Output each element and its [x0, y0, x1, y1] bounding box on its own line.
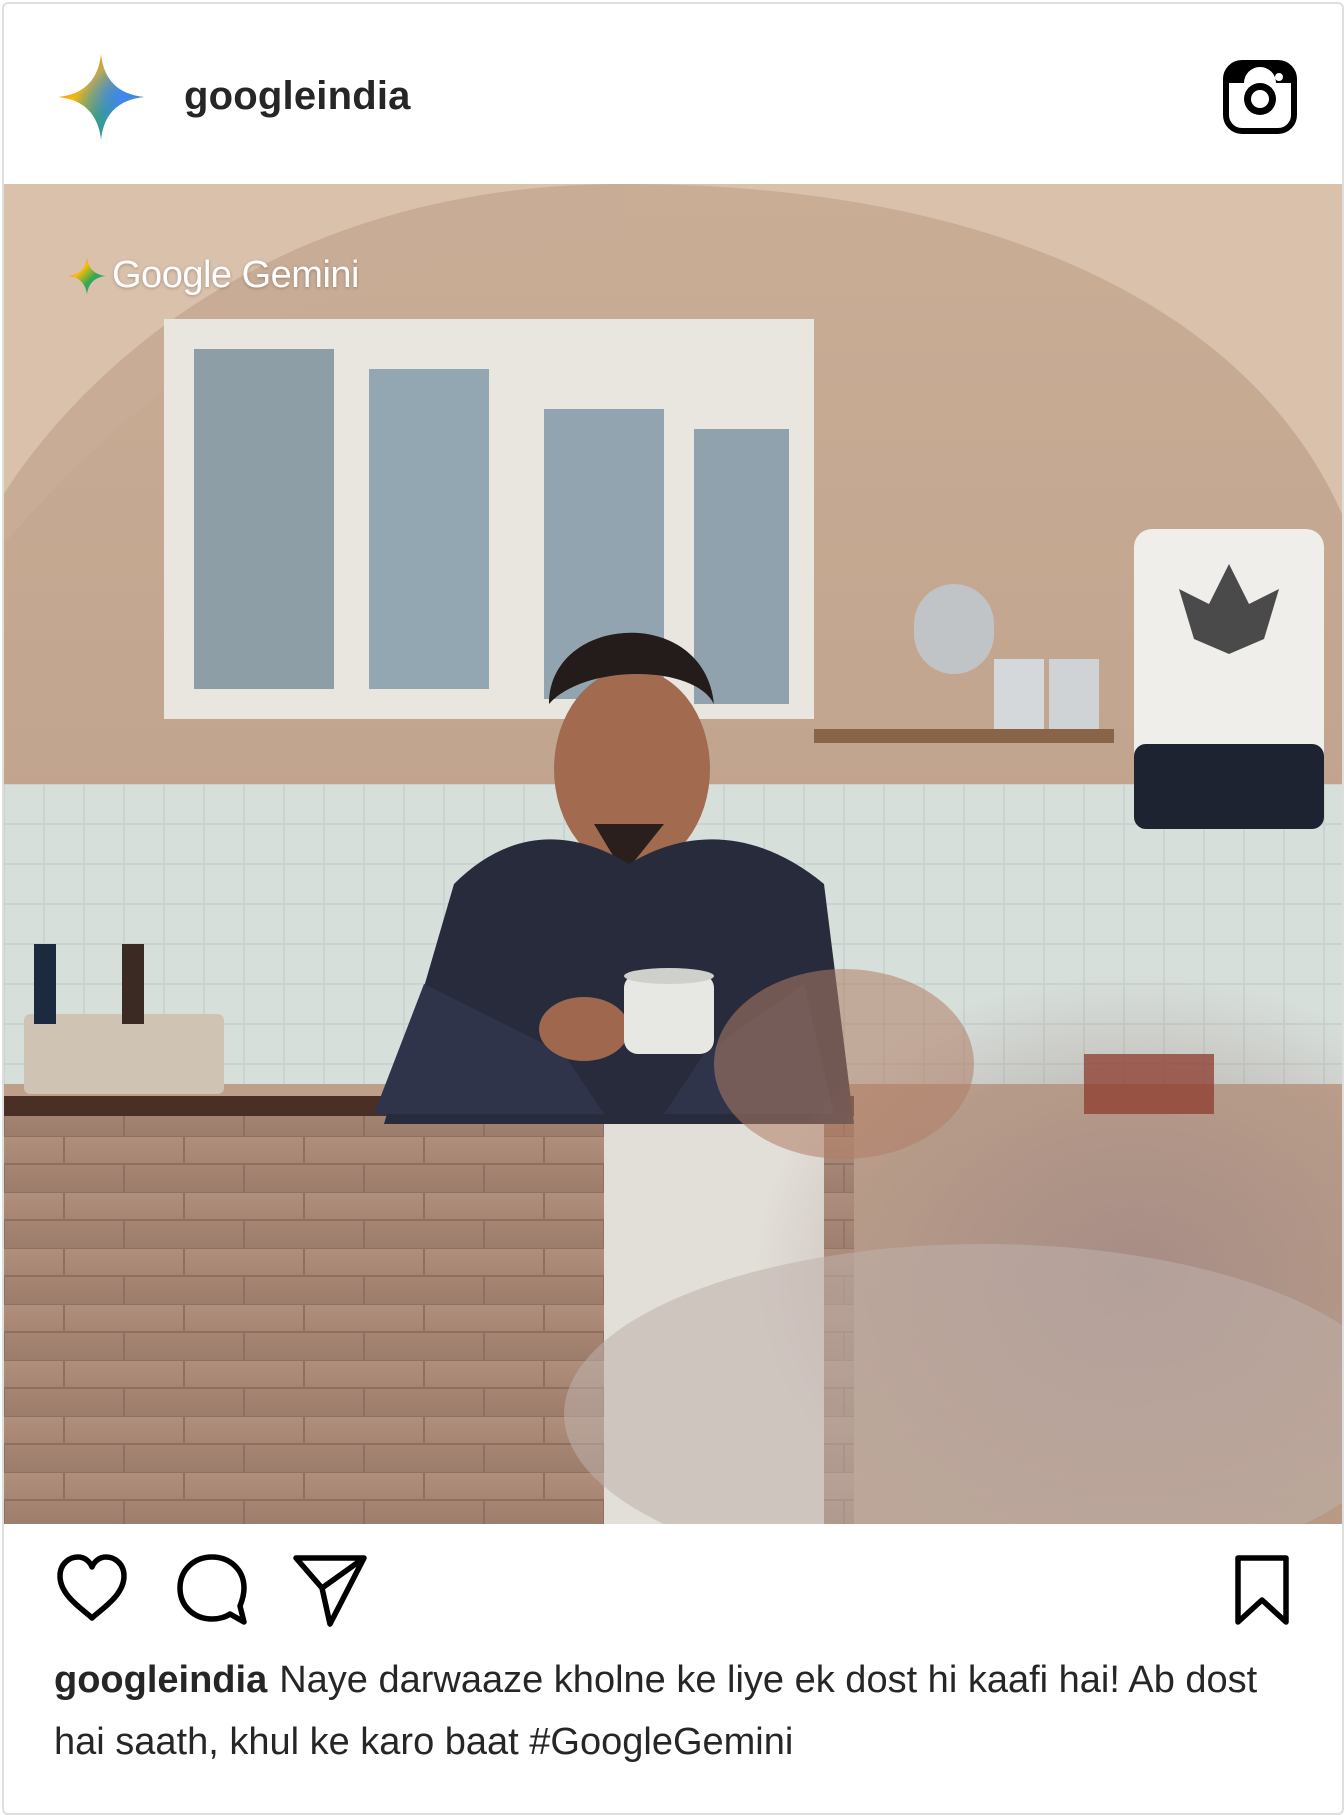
post-username[interactable]: googleindia: [184, 74, 411, 119]
paper-plane-icon: [293, 1555, 367, 1627]
instagram-icon[interactable]: [1222, 59, 1298, 135]
watermark-text: Google Gemini: [112, 254, 359, 296]
bookmark-icon: [1235, 1555, 1289, 1625]
instagram-post-card: googleindia Google Gemini googleindia Na…: [2, 2, 1344, 1815]
post-caption: googleindia Naye darwaaze kholne ke liye …: [54, 1649, 1304, 1773]
gemini-watermark: Google Gemini: [68, 254, 359, 297]
save-button[interactable]: [1224, 1552, 1300, 1628]
caption-username[interactable]: googleindia: [54, 1659, 267, 1701]
comment-bubble-icon: [177, 1554, 247, 1625]
post-image[interactable]: Google Gemini: [4, 184, 1342, 1524]
gemini-sparkle-icon[interactable]: [58, 54, 144, 140]
heart-icon: [57, 1554, 127, 1621]
like-button[interactable]: [54, 1552, 130, 1628]
kitchen-scene-image: [4, 184, 1342, 1524]
post-header: googleindia: [4, 4, 1342, 184]
gemini-sparkle-icon: [68, 256, 106, 295]
post-actions-bar: [4, 1524, 1342, 1654]
comment-button[interactable]: [174, 1552, 250, 1628]
share-button[interactable]: [292, 1552, 368, 1628]
